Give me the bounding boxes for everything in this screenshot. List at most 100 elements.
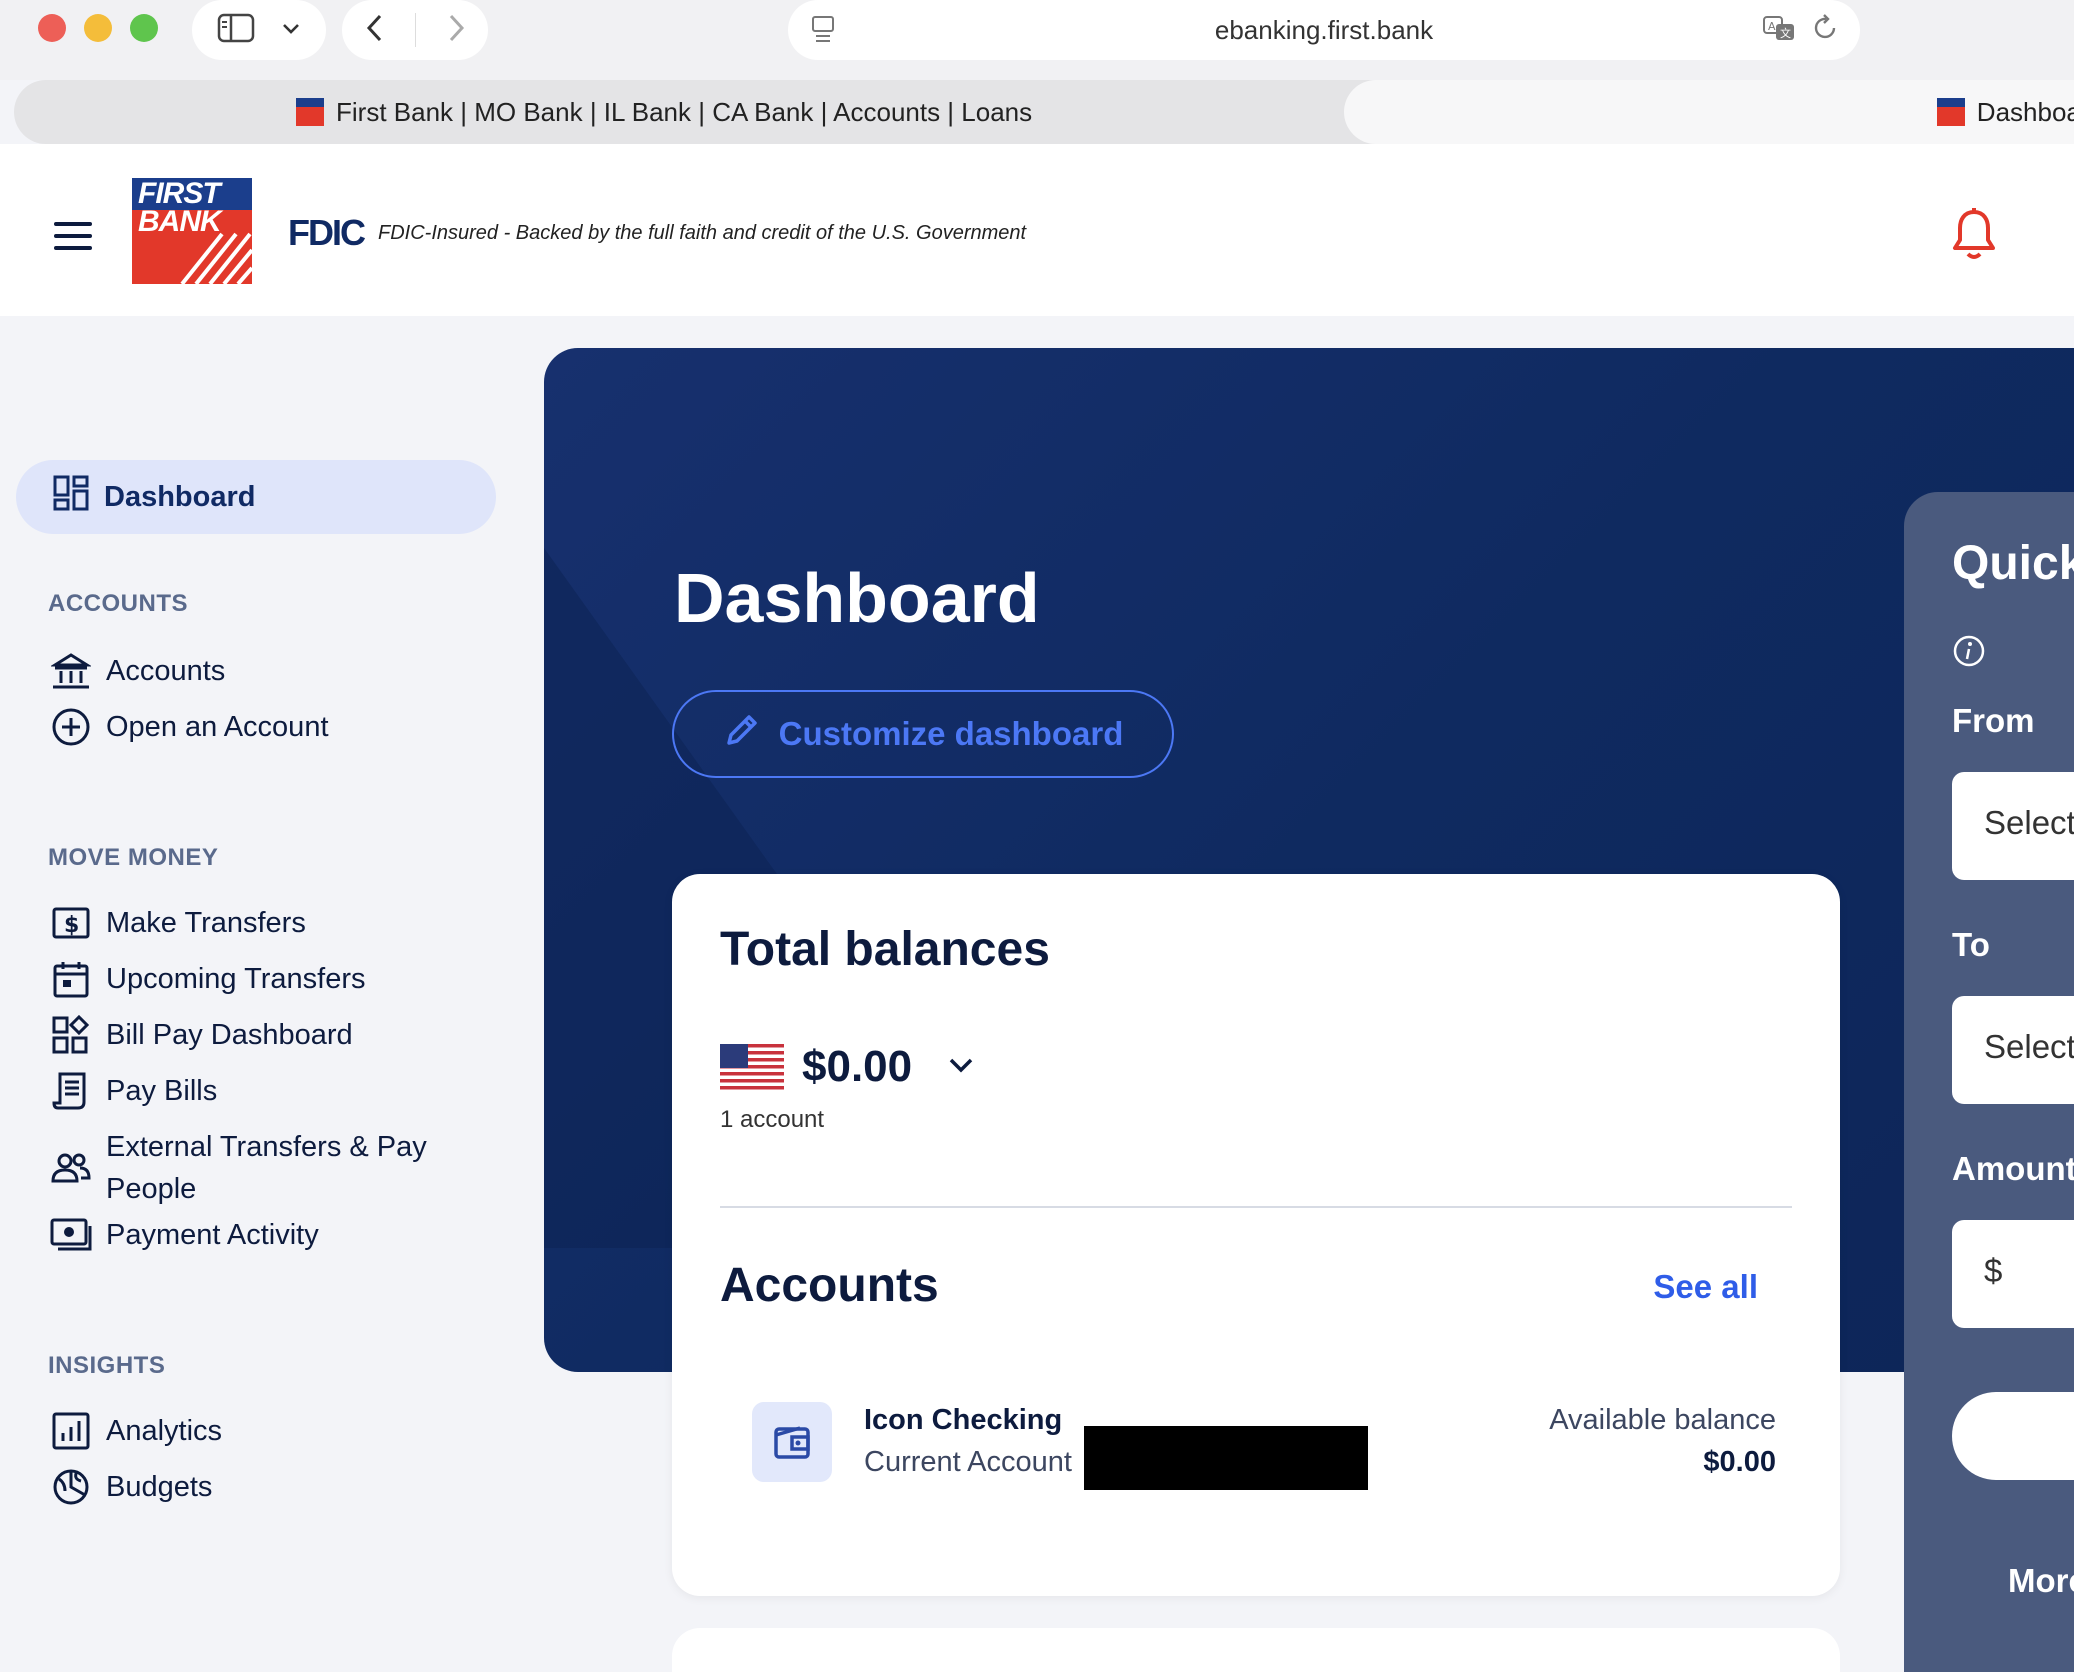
sidebar-item-label: Dashboard	[104, 480, 256, 513]
reload-icon[interactable]	[1812, 14, 1840, 49]
divider	[414, 13, 416, 47]
bill-dashboard-icon	[50, 1014, 92, 1056]
sidebar-item-label: Payment Activity	[106, 1218, 319, 1251]
dashboard-icon	[52, 474, 90, 520]
wallet-icon	[752, 1402, 832, 1482]
tab-dashboard[interactable]: Dashboard	[1344, 80, 2074, 144]
available-balance-label: Available balance	[1549, 1404, 1776, 1436]
accounts-section-title: Accounts	[720, 1259, 939, 1312]
analytics-icon	[50, 1410, 92, 1452]
svg-text:文: 文	[1780, 26, 1791, 40]
translate-icon[interactable]: A文	[1762, 14, 1798, 49]
sidebar-item-label: Upcoming Transfers	[106, 962, 366, 995]
bank-icon	[50, 650, 92, 692]
notifications-bell-icon[interactable]	[1950, 206, 1998, 267]
sidebar-item-accounts[interactable]: Accounts	[50, 650, 225, 692]
section-title-insights: INSIGHTS	[48, 1352, 166, 1379]
tab-label: First Bank | MO Bank | IL Bank | CA Bank…	[336, 96, 1033, 127]
balance-selector[interactable]: $0.00	[720, 1042, 974, 1092]
svg-text:A: A	[1768, 20, 1776, 33]
amount-input[interactable]: $	[1952, 1220, 2074, 1328]
sidebar-item-external-transfers[interactable]: External Transfers & Pay People	[50, 1126, 446, 1210]
browser-toolbar: ebanking.first.bank A文	[0, 0, 2074, 80]
sidebar-item-payment-activity[interactable]: Payment Activity	[50, 1214, 319, 1256]
svg-text:$: $	[64, 913, 79, 938]
customize-dashboard-label: Customize dashboard	[778, 715, 1124, 752]
sidebar-item-label: External Transfers & Pay People	[106, 1131, 427, 1205]
zoom-window-button[interactable]	[130, 14, 158, 42]
section-title-accounts: ACCOUNTS	[48, 590, 188, 617]
plus-circle-icon	[50, 706, 92, 748]
to-select[interactable]: Select	[1952, 996, 2074, 1104]
sidebar-item-open-account[interactable]: Open an Account	[50, 706, 329, 748]
account-type: Current Account	[864, 1446, 1072, 1478]
people-icon	[50, 1147, 92, 1189]
from-label: From	[1952, 702, 2035, 739]
sidebar-item-label: Analytics	[106, 1414, 223, 1447]
tab-label: Dashboard	[1976, 96, 2074, 127]
close-window-button[interactable]	[38, 14, 66, 42]
sidebar-item-label: Make Transfers	[106, 906, 306, 939]
page-title: Dashboard	[674, 559, 1040, 637]
section-title-move-money: MOVE MONEY	[48, 844, 219, 871]
sidebar-toggle-group	[192, 0, 326, 60]
favicon-icon	[296, 98, 324, 126]
transfer-submit-button[interactable]	[1952, 1392, 2074, 1480]
chevron-down-icon[interactable]	[281, 21, 301, 40]
amount-label: Amount	[1952, 1150, 2074, 1187]
sidebar-item-dashboard[interactable]: Dashboard	[16, 460, 496, 534]
to-label: To	[1952, 926, 1990, 963]
address-bar[interactable]: ebanking.first.bank A文	[788, 0, 1860, 60]
customize-dashboard-button[interactable]: Customize dashboard	[672, 690, 1174, 778]
tab-first-bank[interactable]: First Bank | MO Bank | IL Bank | CA Bank…	[296, 80, 1032, 144]
calendar-icon	[50, 958, 92, 1000]
total-balance-amount: $0.00	[802, 1042, 913, 1091]
sidebar-item-make-transfers[interactable]: $ Make Transfers	[50, 902, 306, 944]
sidebar-item-bill-pay-dashboard[interactable]: Bill Pay Dashboard	[50, 1014, 353, 1056]
divider	[720, 1206, 1792, 1208]
tab-bar: First Bank | MO Bank | IL Bank | CA Bank…	[14, 80, 2074, 144]
url-text: ebanking.first.bank	[1214, 14, 1434, 45]
page-menu-icon[interactable]	[810, 14, 836, 49]
back-arrow-icon[interactable]	[365, 12, 385, 49]
forward-arrow-icon[interactable]	[446, 12, 466, 49]
quick-transfer-panel: Quick From Select To Select Amount $ Mor…	[1904, 492, 2074, 1672]
sidebar-icon[interactable]	[217, 13, 255, 48]
sidebar-item-analytics[interactable]: Analytics	[50, 1410, 222, 1452]
minimize-window-button[interactable]	[84, 14, 112, 42]
budget-icon	[50, 1466, 92, 1508]
available-balance-amount: $0.00	[1703, 1446, 1776, 1478]
more-link[interactable]: More	[2008, 1562, 2074, 1600]
dollar-square-icon: $	[50, 902, 92, 944]
sidebar-item-label: Open an Account	[106, 710, 329, 743]
sidebar-item-label: Pay Bills	[106, 1074, 218, 1107]
logo-stripes-icon	[180, 232, 252, 284]
us-flag-icon	[720, 1044, 784, 1090]
balances-card: Total balances $0.00 1 account Accounts …	[672, 874, 1840, 1596]
total-balances-title: Total balances	[720, 923, 1050, 976]
info-icon[interactable]	[1952, 634, 1986, 673]
chevron-down-icon[interactable]	[948, 1056, 974, 1079]
redacted-account-number	[1084, 1426, 1368, 1490]
first-bank-logo[interactable]: FIRST BANK	[132, 178, 252, 284]
account-count: 1 account	[720, 1106, 825, 1133]
sidebar-nav: Dashboard ACCOUNTS Accounts Open an Acco…	[0, 316, 520, 1672]
account-name: Icon Checking	[864, 1404, 1063, 1436]
sidebar-item-upcoming-transfers[interactable]: Upcoming Transfers	[50, 958, 366, 1000]
pencil-icon	[723, 711, 761, 757]
receipt-icon	[50, 1070, 92, 1112]
fdic-logo: FDIC	[288, 212, 366, 253]
favicon-icon	[1936, 98, 1965, 126]
sidebar-item-budgets[interactable]: Budgets	[50, 1466, 212, 1508]
sidebar-item-pay-bills[interactable]: Pay Bills	[50, 1070, 217, 1112]
sidebar-item-label: Bill Pay Dashboard	[106, 1018, 353, 1051]
site-header: FIRST BANK FDIC FDIC-Insured - Backed by…	[0, 144, 2074, 316]
money-icon	[50, 1214, 92, 1256]
from-select[interactable]: Select	[1952, 772, 2074, 880]
see-all-link[interactable]: See all	[1653, 1268, 1758, 1306]
sidebar-item-label: Budgets	[106, 1470, 213, 1503]
next-card	[672, 1628, 1840, 1672]
quick-transfer-title: Quick	[1952, 537, 2074, 590]
menu-icon[interactable]	[54, 222, 92, 258]
history-nav-group	[342, 0, 488, 60]
